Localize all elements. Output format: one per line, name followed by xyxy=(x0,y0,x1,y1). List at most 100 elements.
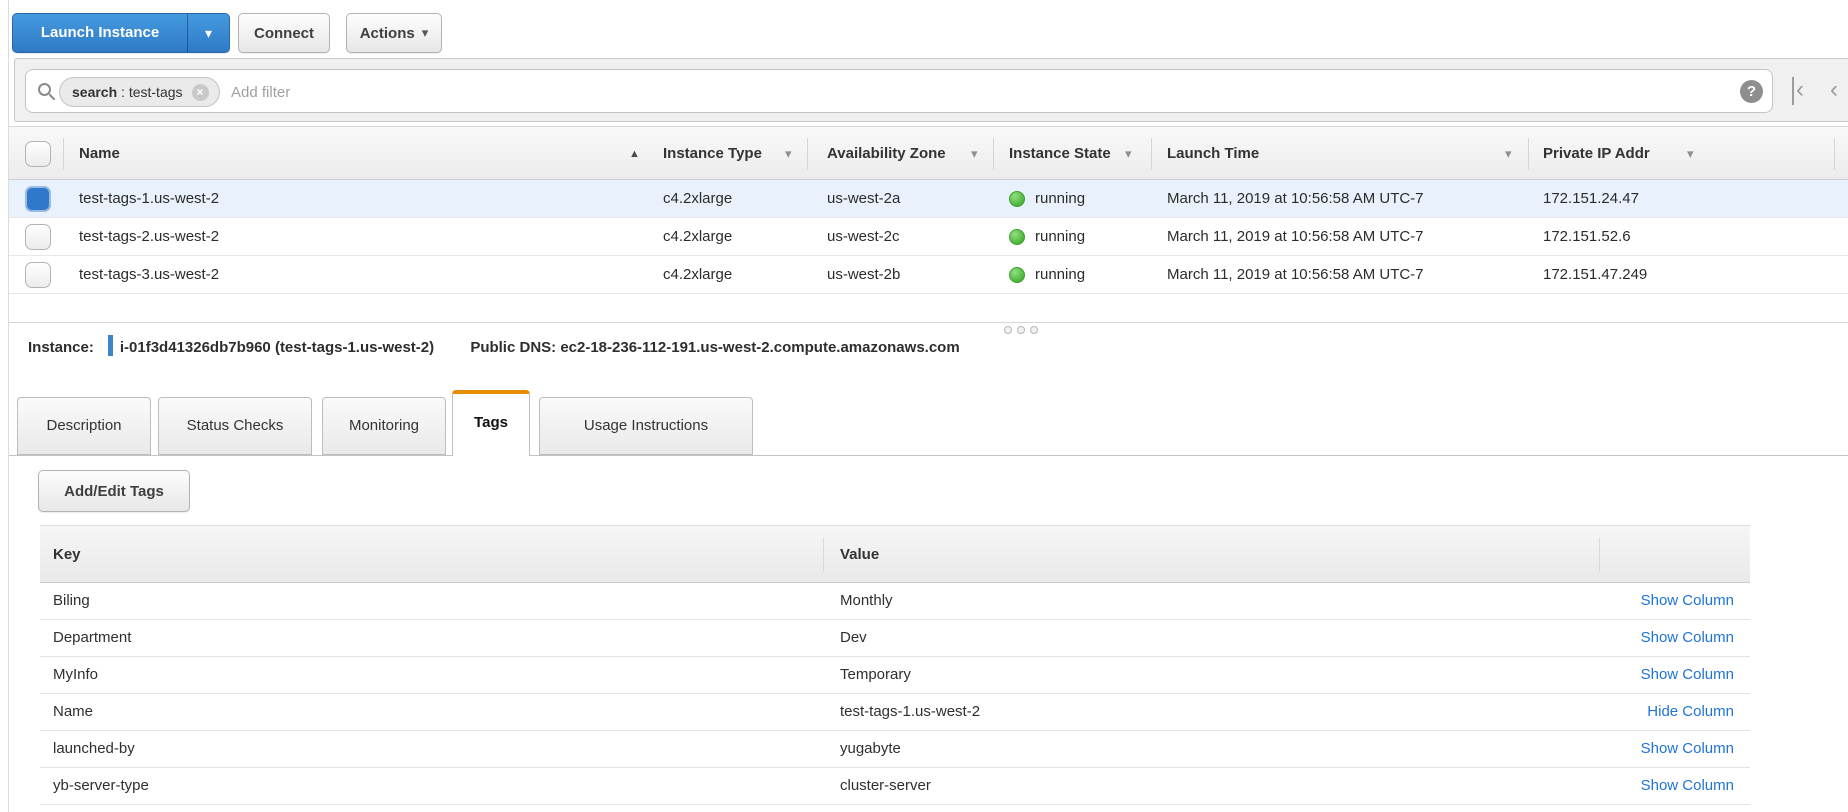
remove-filter-icon[interactable]: × xyxy=(192,84,209,101)
caret-down-icon: ▾ xyxy=(422,25,429,41)
first-page-button[interactable]: ‹ xyxy=(1792,77,1804,105)
caret-down-icon[interactable]: ▾ xyxy=(785,127,792,181)
connect-label: Connect xyxy=(254,25,314,42)
column-divider xyxy=(807,138,808,170)
instance-row-2[interactable]: test-tags-2.us-west-2 c4.2xlarge us-west… xyxy=(9,218,1848,256)
tab-tags-active[interactable]: Tags xyxy=(452,390,530,456)
tag-value: cluster-server xyxy=(840,768,931,804)
chip-key: search xyxy=(72,84,117,100)
caret-down-icon[interactable]: ▾ xyxy=(971,127,978,181)
launch-time: March 11, 2019 at 10:56:58 AM UTC-7 xyxy=(1167,218,1424,255)
caret-down-icon[interactable]: ▾ xyxy=(1125,127,1132,181)
instance-row-1[interactable]: test-tags-1.us-west-2 c4.2xlarge us-west… xyxy=(9,180,1848,218)
tab-usage-instructions[interactable]: Usage Instructions xyxy=(539,397,753,455)
tag-value: Monthly xyxy=(840,583,893,619)
show-column-link[interactable]: Show Column xyxy=(1641,629,1734,646)
instance-name: test-tags-2.us-west-2 xyxy=(79,218,219,255)
chip-separator: : xyxy=(117,84,129,100)
running-status-icon xyxy=(1009,229,1025,245)
hide-column-link[interactable]: Hide Column xyxy=(1647,703,1734,720)
column-header-instance-type[interactable]: Instance Type xyxy=(663,127,762,181)
running-status-icon xyxy=(1009,191,1025,207)
instances-table-header: Name ▲ Instance Type ▾ Availability Zone… xyxy=(9,126,1848,180)
tab-status-checks[interactable]: Status Checks xyxy=(158,397,312,455)
column-header-instance-state[interactable]: Instance State xyxy=(1009,127,1111,181)
column-header-value: Value xyxy=(840,526,879,583)
caret-down-icon[interactable]: ▾ xyxy=(1687,127,1694,181)
launch-instance-label[interactable]: Launch Instance xyxy=(13,14,187,52)
launch-instance-dropdown[interactable]: ▾ xyxy=(187,14,229,52)
add-filter-input[interactable] xyxy=(231,77,651,107)
row-checkbox[interactable] xyxy=(25,262,51,288)
tag-key: yb-server-type xyxy=(53,768,149,804)
page-left-edge xyxy=(8,0,9,812)
instance-summary: Instance: i-01f3d41326db7b960 (test-tags-… xyxy=(28,334,960,362)
caret-down-icon: ▾ xyxy=(205,25,212,41)
actions-label: Actions xyxy=(360,25,415,42)
column-divider xyxy=(63,138,64,170)
private-ip: 172.151.24.47 xyxy=(1543,180,1639,217)
connect-button[interactable]: Connect xyxy=(238,13,330,53)
search-filter-box[interactable]: search : test-tags × ? xyxy=(25,69,1773,113)
instance-state: running xyxy=(1035,180,1085,217)
search-filter-chip[interactable]: search : test-tags × xyxy=(59,77,220,107)
tag-key: Department xyxy=(53,620,131,656)
instance-state: running xyxy=(1035,218,1085,255)
pane-divider xyxy=(9,322,1848,323)
tag-key: Biling xyxy=(53,583,90,619)
add-edit-tags-button[interactable]: Add/Edit Tags xyxy=(38,470,190,512)
row-checkbox[interactable] xyxy=(25,224,51,250)
column-header-availability-zone[interactable]: Availability Zone xyxy=(827,127,946,181)
help-icon[interactable]: ? xyxy=(1740,80,1763,103)
column-divider xyxy=(1528,138,1529,170)
tag-key: Name xyxy=(53,694,93,730)
pane-resize-handle[interactable] xyxy=(1004,326,1038,334)
show-column-link[interactable]: Show Column xyxy=(1641,666,1734,683)
tag-row: MyInfo Temporary Show Column xyxy=(40,657,1750,694)
tag-row: launched-by yugabyte Show Column xyxy=(40,731,1750,768)
tags-table: Key Value Biling Monthly Show Column Dep… xyxy=(40,525,1750,805)
row-checkbox-checked[interactable] xyxy=(25,186,51,212)
tag-row: Name test-tags-1.us-west-2 Hide Column xyxy=(40,694,1750,731)
select-all-checkbox[interactable] xyxy=(25,141,51,167)
sort-ascending-icon[interactable]: ▲ xyxy=(629,127,640,181)
tabs-bottom-border xyxy=(9,455,1848,456)
column-header-private-ip[interactable]: Private IP Addr xyxy=(1543,127,1650,181)
tag-value: yugabyte xyxy=(840,731,901,767)
tag-row: yb-server-type cluster-server Show Colum… xyxy=(40,768,1750,805)
launch-instance-button[interactable]: Launch Instance ▾ xyxy=(12,13,230,53)
public-dns: Public DNS: ec2-18-236-112-191.us-west-2… xyxy=(470,339,959,356)
column-divider xyxy=(993,138,994,170)
running-status-icon xyxy=(1009,267,1025,283)
tab-monitoring[interactable]: Monitoring xyxy=(322,397,446,455)
filter-bar: search : test-tags × ? ‹ ‹ xyxy=(14,58,1848,122)
tab-description[interactable]: Description xyxy=(17,397,151,455)
tag-value: Dev xyxy=(840,620,867,656)
instance-state: running xyxy=(1035,256,1085,293)
column-header-name[interactable]: Name xyxy=(79,127,120,181)
instance-id: i-01f3d41326db7b960 (test-tags-1.us-west… xyxy=(120,339,434,356)
tag-key: launched-by xyxy=(53,731,135,767)
instance-type: c4.2xlarge xyxy=(663,218,732,255)
availability-zone: us-west-2c xyxy=(827,218,900,255)
column-header-key: Key xyxy=(53,526,81,583)
caret-down-icon[interactable]: ▾ xyxy=(1505,127,1512,181)
actions-button[interactable]: Actions ▾ xyxy=(346,13,442,53)
instance-row-3[interactable]: test-tags-3.us-west-2 c4.2xlarge us-west… xyxy=(9,256,1848,294)
tag-key: MyInfo xyxy=(53,657,98,693)
instance-name: test-tags-1.us-west-2 xyxy=(79,180,219,217)
column-divider xyxy=(1834,138,1835,170)
tag-row: Department Dev Show Column xyxy=(40,620,1750,657)
show-column-link[interactable]: Show Column xyxy=(1641,740,1734,757)
previous-page-button[interactable]: ‹ xyxy=(1830,77,1838,105)
instance-type: c4.2xlarge xyxy=(663,256,732,293)
launch-time: March 11, 2019 at 10:56:58 AM UTC-7 xyxy=(1167,256,1424,293)
private-ip: 172.151.47.249 xyxy=(1543,256,1647,293)
column-header-launch-time[interactable]: Launch Time xyxy=(1167,127,1259,181)
show-column-link[interactable]: Show Column xyxy=(1641,777,1734,794)
ec2-console-page: Launch Instance ▾ Connect Actions ▾ sear… xyxy=(0,0,1848,812)
show-column-link[interactable]: Show Column xyxy=(1641,592,1734,609)
instance-label: Instance: xyxy=(28,339,94,356)
selected-instance-marker xyxy=(108,335,113,356)
private-ip: 172.151.52.6 xyxy=(1543,218,1631,255)
